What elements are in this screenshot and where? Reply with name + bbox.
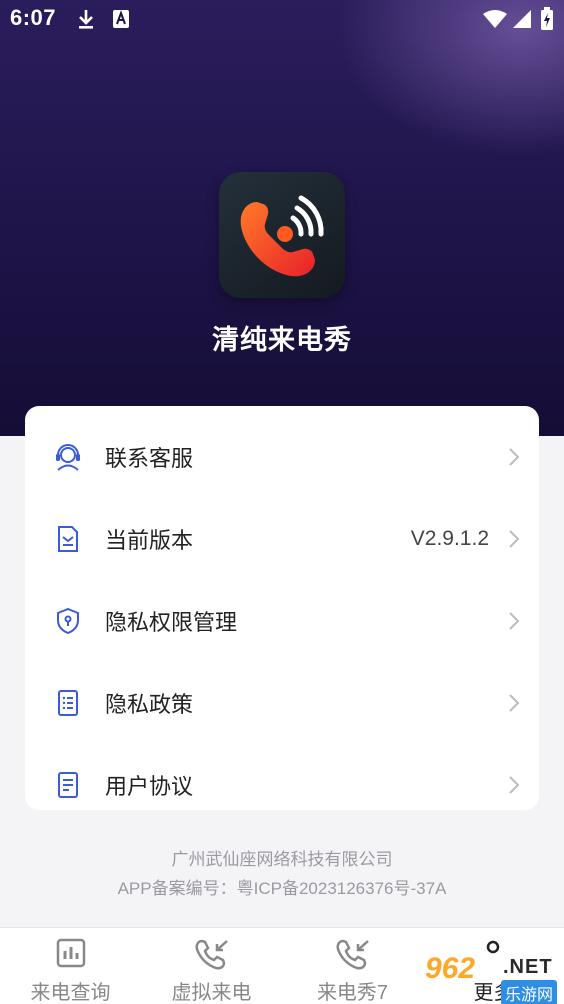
menu-item-label: 当前版本 <box>105 528 194 553</box>
settings-card: 联系客服 当前版本 V2.9.1.2 隐私权限管理 隐私政策 用户协议 <box>25 406 539 810</box>
customer-service-icon <box>56 444 80 471</box>
icp-record: APP备案编号：粤ICP备2023126376号-37A <box>117 879 447 898</box>
tab-caller-show[interactable]: 来电秀7 <box>282 928 423 1004</box>
incoming-call-icon <box>336 939 369 970</box>
app-name: 清纯来电秀 <box>212 325 352 355</box>
font-app-icon <box>112 8 130 30</box>
chevron-right-icon <box>509 612 520 630</box>
tab-call-query[interactable]: 来电查询 <box>0 928 141 1004</box>
watermark-site-name: 乐游网 <box>501 980 558 1004</box>
site-watermark: 962 .NET 乐游网 <box>425 952 564 1004</box>
bar-chart-icon <box>56 938 85 968</box>
menu-item-privacy-permissions[interactable]: 隐私权限管理 <box>25 580 539 662</box>
menu-item-label: 联系客服 <box>105 446 194 471</box>
battery-charging-icon <box>540 7 554 30</box>
status-bar: 6:07 <box>0 0 564 38</box>
menu-item-current-version[interactable]: 当前版本 V2.9.1.2 <box>25 498 539 580</box>
cellular-signal-icon <box>512 8 532 30</box>
tab-label: 虚拟来电 <box>171 982 252 1004</box>
menu-item-contact-support[interactable]: 联系客服 <box>25 416 539 498</box>
status-time: 6:07 <box>10 5 57 30</box>
chevron-right-icon <box>509 530 520 548</box>
menu-item-user-agreement[interactable]: 用户协议 <box>25 744 539 810</box>
download-icon <box>76 8 96 30</box>
menu-item-label: 用户协议 <box>105 774 194 799</box>
agreement-document-icon <box>58 772 78 798</box>
watermark-number: 962 <box>425 952 476 985</box>
chevron-right-icon <box>509 776 520 794</box>
shield-lock-icon <box>57 607 79 635</box>
version-document-icon <box>58 526 78 552</box>
company-name: 广州武仙座网络科技有限公司 <box>171 850 393 869</box>
incoming-call-icon <box>195 939 228 970</box>
wifi-icon <box>482 8 508 30</box>
tab-label: 来电查询 <box>30 982 111 1004</box>
menu-item-label: 隐私政策 <box>105 692 194 717</box>
menu-item-label: 隐私权限管理 <box>105 610 238 635</box>
tab-virtual-call[interactable]: 虚拟来电 <box>141 928 282 1004</box>
menu-item-privacy-policy[interactable]: 隐私政策 <box>25 662 539 744</box>
version-value: V2.9.1.2 <box>410 527 489 550</box>
chevron-right-icon <box>509 694 520 712</box>
tab-label: 来电秀7 <box>316 982 389 1004</box>
policy-document-icon <box>58 690 78 716</box>
app-logo <box>219 172 345 298</box>
chevron-right-icon <box>509 448 520 466</box>
watermark-net: .NET <box>503 956 553 978</box>
